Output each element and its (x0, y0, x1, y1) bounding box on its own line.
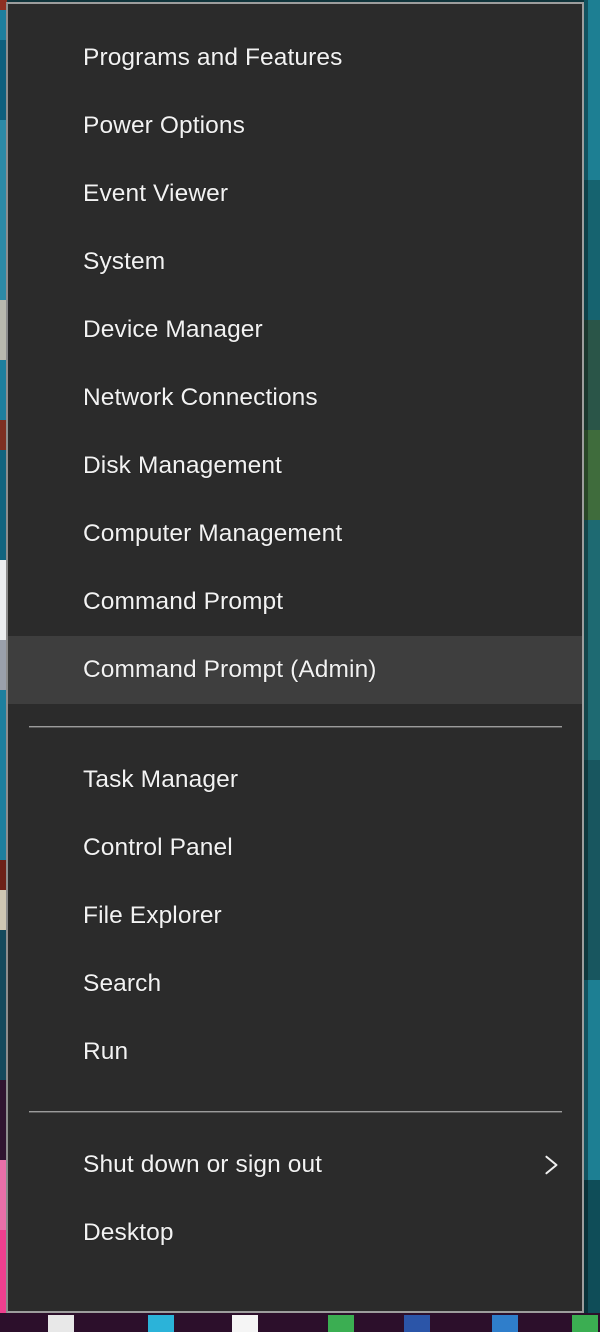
menu-item-device-manager[interactable]: Device Manager (8, 296, 582, 364)
menu-item-label: Event Viewer (83, 180, 568, 208)
menu-item-label: Command Prompt (83, 588, 568, 616)
menu-item-search[interactable]: Search (8, 950, 582, 1018)
desktop-right-edge-strip (584, 0, 600, 1313)
menu-group-session: Shut down or sign out Desktop (8, 1131, 582, 1267)
menu-item-label: Control Panel (83, 834, 568, 862)
taskbar-icon-2[interactable] (148, 1315, 174, 1332)
menu-item-label: Disk Management (83, 452, 568, 480)
menu-item-label: Run (83, 1038, 568, 1066)
menu-item-label: Task Manager (83, 766, 568, 794)
menu-item-command-prompt-admin[interactable]: Command Prompt (Admin) (8, 636, 582, 704)
menu-item-label: File Explorer (83, 902, 568, 930)
taskbar-icon-6[interactable] (492, 1315, 518, 1332)
menu-item-disk-management[interactable]: Disk Management (8, 432, 582, 500)
menu-item-label: Power Options (83, 112, 568, 140)
menu-item-label: System (83, 248, 568, 276)
power-user-menu[interactable]: Programs and Features Power Options Event … (6, 2, 584, 1313)
menu-list: Programs and Features Power Options Event … (8, 4, 582, 1267)
menu-item-label: Command Prompt (Admin) (83, 656, 568, 684)
menu-item-control-panel[interactable]: Control Panel (8, 814, 582, 882)
menu-item-label: Shut down or sign out (83, 1151, 540, 1179)
menu-separator-wrap-1 (8, 704, 582, 746)
menu-item-file-explorer[interactable]: File Explorer (8, 882, 582, 950)
menu-item-label: Search (83, 970, 568, 998)
chevron-right-icon (540, 1154, 562, 1176)
taskbar-icon-3[interactable] (232, 1315, 258, 1332)
taskbar-icon-7[interactable] (572, 1315, 598, 1332)
menu-item-power-options[interactable]: Power Options (8, 92, 582, 160)
menu-item-shut-down-or-sign-out[interactable]: Shut down or sign out (8, 1131, 582, 1199)
taskbar-icon-4[interactable] (328, 1315, 354, 1332)
menu-item-computer-management[interactable]: Computer Management (8, 500, 582, 568)
taskbar-icon-5[interactable] (404, 1315, 430, 1332)
taskbar-icon-1[interactable] (48, 1315, 74, 1332)
menu-separator (29, 1111, 562, 1112)
menu-item-label: Device Manager (83, 316, 568, 344)
menu-item-command-prompt[interactable]: Command Prompt (8, 568, 582, 636)
menu-item-label: Programs and Features (83, 44, 568, 72)
menu-group-system: Task Manager Control Panel File Explorer Se… (8, 746, 582, 1086)
menu-item-task-manager[interactable]: Task Manager (8, 746, 582, 814)
menu-separator-wrap-2 (8, 1086, 582, 1131)
menu-item-desktop[interactable]: Desktop (8, 1199, 582, 1267)
menu-item-programs-and-features[interactable]: Programs and Features (8, 24, 582, 92)
menu-item-label: Desktop (83, 1219, 568, 1247)
menu-group-tools: Programs and Features Power Options Event … (8, 4, 582, 704)
menu-item-network-connections[interactable]: Network Connections (8, 364, 582, 432)
menu-item-run[interactable]: Run (8, 1018, 582, 1086)
menu-item-system[interactable]: System (8, 228, 582, 296)
menu-separator (29, 726, 562, 727)
menu-item-label: Network Connections (83, 384, 568, 412)
menu-item-label: Computer Management (83, 520, 568, 548)
taskbar[interactable] (0, 1313, 600, 1332)
menu-item-event-viewer[interactable]: Event Viewer (8, 160, 582, 228)
